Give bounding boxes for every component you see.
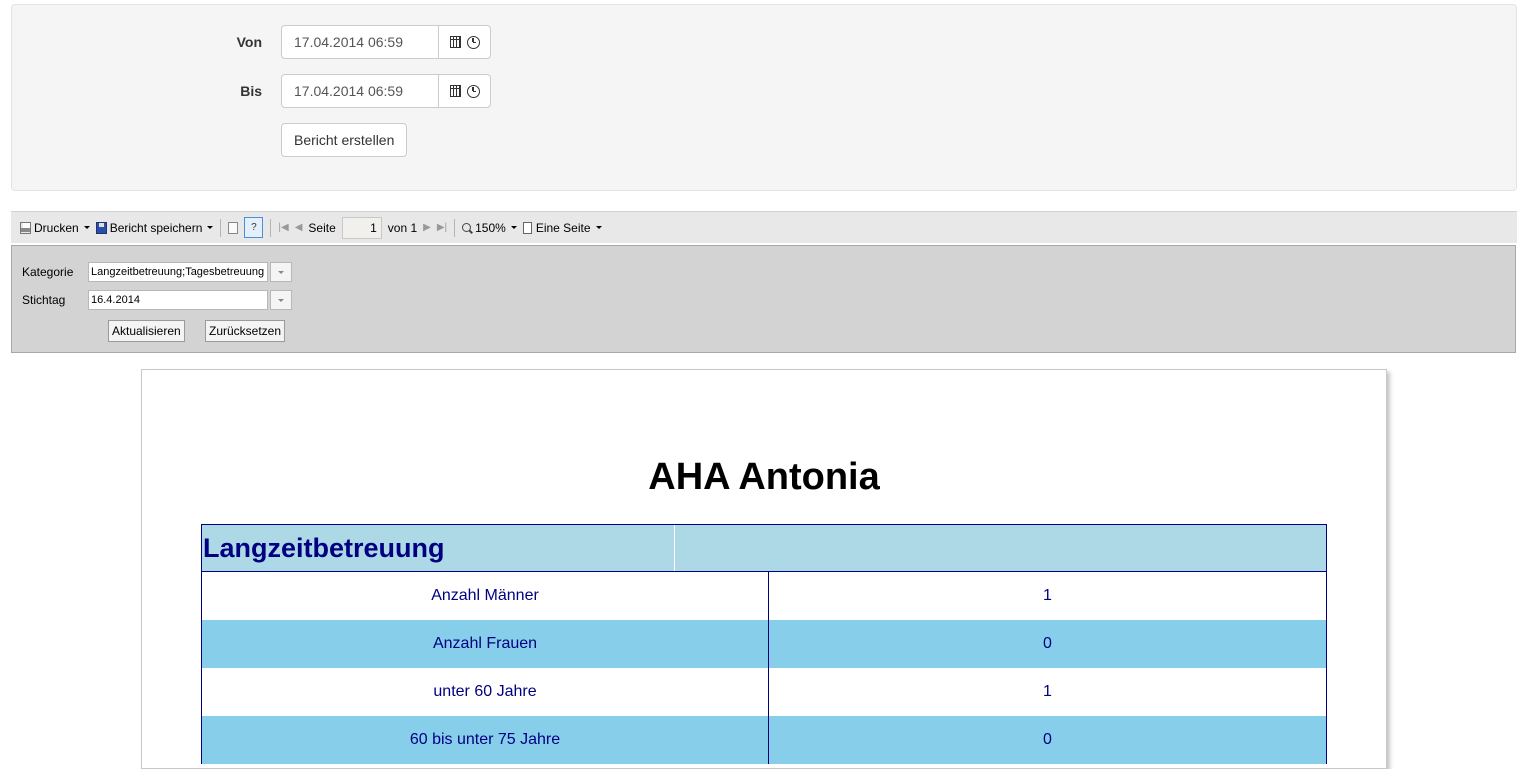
- one-page-icon: [522, 221, 532, 234]
- zoom-label: 150%: [475, 220, 506, 235]
- print-menu-button[interactable]: Drucken: [17, 216, 93, 240]
- report-title: AHA Antonia: [648, 456, 880, 498]
- to-label: Bis: [240, 83, 262, 99]
- calendar-icon[interactable]: [449, 85, 461, 97]
- toolbar-separator: [220, 218, 222, 237]
- page-icon: [228, 221, 239, 234]
- date-input[interactable]: 16.4.2014: [88, 290, 268, 310]
- row-label: unter 60 Jahre: [202, 668, 769, 716]
- parameters-toggle-button[interactable]: ?: [241, 216, 266, 240]
- next-page-button[interactable]: ▶: [420, 216, 434, 240]
- from-label: Von: [236, 34, 262, 50]
- magnifier-icon: [462, 223, 472, 232]
- next-page-icon: ▶: [423, 222, 431, 233]
- row-label: Anzahl Männer: [202, 572, 769, 620]
- refresh-button[interactable]: Aktualisieren: [108, 320, 185, 342]
- category-input[interactable]: Langzeitbetreuung;Tagesbetreuung: [88, 262, 268, 282]
- save-icon: [95, 221, 107, 234]
- row-label: Anzahl Frauen: [202, 620, 769, 668]
- previous-page-button[interactable]: ◀: [292, 216, 306, 240]
- page-label: Seite: [308, 220, 336, 235]
- filter-panel: Von 17.04.2014 06:59 Bis 17.04.2014 06:5…: [11, 4, 1517, 191]
- table-header: Langzeitbetreuung: [202, 525, 1326, 572]
- clock-icon[interactable]: [466, 35, 480, 49]
- parameter-area: Kategorie Langzeitbetreuung;Tagesbetreuu…: [11, 245, 1516, 353]
- save-label: Bericht speichern: [109, 220, 203, 235]
- previous-page-icon: ◀: [294, 222, 303, 233]
- from-datetime-input[interactable]: 17.04.2014 06:59: [282, 26, 438, 58]
- printer-icon: [20, 221, 31, 234]
- category-dropdown-button[interactable]: [270, 262, 292, 282]
- chevron-down-icon: [595, 226, 602, 229]
- first-page-button[interactable]: |◀: [275, 216, 291, 240]
- view-mode-menu-button[interactable]: Eine Seite: [520, 216, 605, 240]
- create-report-button[interactable]: Bericht erstellen: [281, 123, 408, 157]
- to-datetime-input[interactable]: 17.04.2014 06:59: [282, 75, 438, 107]
- row-label: 60 bis unter 75 Jahre: [202, 716, 769, 764]
- reset-button[interactable]: Zurücksetzen: [205, 320, 286, 342]
- view-mode-label: Eine Seite: [535, 220, 591, 235]
- save-report-menu-button[interactable]: Bericht speichern: [93, 216, 217, 240]
- date-dropdown-button[interactable]: [270, 290, 292, 310]
- from-datetime-field[interactable]: 17.04.2014 06:59: [281, 25, 491, 59]
- row-value: 0: [1043, 731, 1052, 748]
- section-title: Langzeitbetreuung: [202, 525, 675, 571]
- first-page-icon: |◀: [278, 222, 289, 233]
- report-page: AHA Antonia Langzeitbetreuung Anzahl Män…: [141, 369, 1387, 769]
- clock-icon[interactable]: [466, 84, 480, 98]
- category-label: Kategorie: [22, 265, 74, 279]
- zoom-menu-button[interactable]: 150%: [459, 216, 520, 240]
- page-total: von 1: [387, 220, 418, 235]
- page-number-input[interactable]: 1: [341, 216, 382, 239]
- table-row: unter 60 Jahre 1: [202, 668, 1326, 716]
- toolbar-separator: [454, 218, 456, 237]
- chevron-down-icon: [207, 226, 214, 229]
- document-map-button[interactable]: [225, 216, 241, 240]
- to-picker-addon[interactable]: [438, 75, 490, 107]
- row-value: 1: [1043, 683, 1052, 700]
- last-page-button[interactable]: ▶|: [434, 216, 450, 240]
- chevron-down-icon: [278, 298, 284, 302]
- print-label: Drucken: [34, 220, 79, 235]
- chevron-down-icon: [278, 270, 284, 274]
- table-row: Anzahl Frauen 0: [202, 620, 1326, 668]
- calendar-icon[interactable]: [449, 36, 461, 48]
- chevron-down-icon: [83, 226, 90, 229]
- last-page-icon: ▶|: [436, 222, 448, 233]
- report-toolbar: Drucken Bericht speichern ? |◀ ◀ Seite 1…: [11, 211, 1517, 243]
- table-row: 60 bis unter 75 Jahre 0: [202, 716, 1326, 764]
- date-label: Stichtag: [22, 293, 66, 307]
- chevron-down-icon: [510, 226, 517, 229]
- row-value: 0: [1043, 635, 1052, 652]
- table-row: Anzahl Männer 1: [202, 572, 1326, 620]
- row-value: 1: [1043, 587, 1052, 604]
- from-picker-addon[interactable]: [438, 26, 490, 58]
- toolbar-separator: [270, 218, 272, 237]
- to-datetime-field[interactable]: 17.04.2014 06:59: [281, 74, 491, 108]
- report-table: Langzeitbetreuung Anzahl Männer 1 Anzahl…: [201, 524, 1327, 764]
- page-help-icon: ?: [244, 217, 264, 238]
